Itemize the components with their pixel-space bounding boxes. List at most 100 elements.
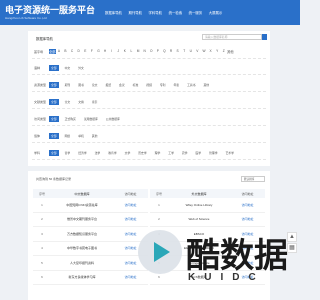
filter-chip[interactable]: 公共数据库 xyxy=(104,116,122,122)
database-name-link[interactable]: 新东方多媒体学习库 xyxy=(51,275,113,279)
search-button[interactable] xyxy=(262,34,267,40)
filter-chip[interactable]: 视频 xyxy=(144,82,154,88)
letter-filter-v[interactable]: V xyxy=(194,49,201,54)
letter-filter-其他[interactable]: 其他 xyxy=(227,49,234,54)
letter-filter-j[interactable]: J xyxy=(115,49,122,54)
database-name-link[interactable]: 万方数据知识服务平台 xyxy=(51,232,113,236)
filter-chip[interactable]: 文学 xyxy=(123,150,133,156)
letter-filter-b[interactable]: B xyxy=(62,49,69,54)
filter-chip[interactable]: 工学 xyxy=(166,150,176,156)
filter-chip[interactable]: 工具书 xyxy=(185,82,197,88)
nav-item-search[interactable]: 统一检索 xyxy=(169,10,183,15)
filter-chip[interactable]: 其他 xyxy=(202,82,212,88)
filter-chip[interactable]: 经济学 xyxy=(76,150,88,156)
filter-chip[interactable]: 全部 xyxy=(49,132,59,139)
filter-chip[interactable]: 标准 xyxy=(131,82,141,88)
table-header: 序号 外文数据库 访问地址 xyxy=(150,189,265,198)
filter-chip[interactable]: 全部 xyxy=(49,98,59,105)
qrcode-icon[interactable]: ▦ xyxy=(287,243,297,253)
visit-link[interactable]: 访问地址 xyxy=(230,217,265,221)
filter-chip[interactable]: 专利 xyxy=(158,82,168,88)
filter-chip[interactable]: 全部 xyxy=(49,149,59,156)
visit-link[interactable]: 访问地址 xyxy=(113,217,148,221)
filter-chip[interactable]: 全部 xyxy=(49,115,59,122)
nav-item-subjects[interactable]: 学科导航 xyxy=(149,10,163,15)
letter-filter-q[interactable]: Q xyxy=(161,49,168,54)
table-header: 序号 中文数据库 访问地址 xyxy=(33,189,148,198)
filter-chip[interactable]: 哲学 xyxy=(63,150,73,156)
filter-chip[interactable]: 理学 xyxy=(153,150,163,156)
nav-item-databases[interactable]: 数据库导航 xyxy=(105,10,122,15)
letter-filter-k[interactable]: K xyxy=(122,49,129,54)
nav-item-journals[interactable]: 期刊导航 xyxy=(128,10,142,15)
col-no: 序号 xyxy=(155,191,162,196)
filter-chip[interactable]: 教育学 xyxy=(106,150,118,156)
filter-chip[interactable]: 会议 xyxy=(117,82,127,88)
filter-chip[interactable]: 历史学 xyxy=(136,150,148,156)
database-search-input[interactable]: 请输入数据库名称 xyxy=(202,34,262,40)
filter-chip[interactable]: 图书 xyxy=(76,82,86,88)
letter-filter-g[interactable]: G xyxy=(95,49,102,54)
letter-filter-o[interactable]: O xyxy=(148,49,155,54)
table-row: 6 新东方多媒体学习库 访问地址 xyxy=(33,271,148,285)
filter-chip[interactable]: 医学 xyxy=(193,150,203,156)
letter-filter-s[interactable]: S xyxy=(174,49,181,54)
nav-item-screen[interactable]: 大屏展示 xyxy=(209,10,223,15)
letter-filter-p[interactable]: P xyxy=(155,49,162,54)
letter-filter-w[interactable]: W xyxy=(201,49,208,54)
filter-chip[interactable]: 论文 xyxy=(90,82,100,88)
letter-filter-h[interactable]: H xyxy=(102,49,109,54)
filter-chip[interactable]: 全部 xyxy=(49,64,59,71)
letter-filter-d[interactable]: D xyxy=(75,49,82,54)
database-name-link[interactable]: 维普中文期刊服务平台 xyxy=(51,217,113,221)
filter-chip[interactable]: 正式购买 xyxy=(63,116,78,122)
filter-chip[interactable]: 索引 xyxy=(90,99,100,105)
letter-filter-a[interactable]: A xyxy=(56,49,63,54)
filter-chip[interactable]: 期刊 xyxy=(63,82,73,88)
logo-title[interactable]: 电子资源统一服务平台 xyxy=(5,3,95,16)
filter-chip[interactable]: 外文 xyxy=(76,65,86,71)
filter-row: 学科 全部 哲学 经济学 法学 教育学 文学 历史学 理学 工学 农学 医学 管理学 艺术学 xyxy=(32,146,266,160)
filter-chip[interactable]: 单机 xyxy=(76,133,86,139)
letter-filter-y[interactable]: Y xyxy=(214,49,221,54)
filter-chip[interactable]: 报纸 xyxy=(103,82,113,88)
database-name-link[interactable]: 中华数字书苑电子图书 xyxy=(51,246,113,250)
letter-filter-u[interactable]: U xyxy=(187,49,194,54)
visit-link[interactable]: 访问地址 xyxy=(113,203,148,207)
database-name-link[interactable]: 中国知网CNKI资源总库 xyxy=(51,203,113,207)
letter-filter-all[interactable]: 全部 xyxy=(49,49,56,54)
filter-chip[interactable]: 中文 xyxy=(63,65,73,71)
letter-filter-x[interactable]: X xyxy=(207,49,214,54)
letter-filter-e[interactable]: E xyxy=(82,49,89,54)
filter-chip[interactable]: 其他 xyxy=(90,133,100,139)
filter-chip[interactable]: 法学 xyxy=(93,150,103,156)
database-name-link[interactable]: Wiley Online Library xyxy=(168,203,230,207)
letter-filter-i[interactable]: I xyxy=(108,49,115,54)
letter-filter-r[interactable]: R xyxy=(168,49,175,54)
filter-chip[interactable]: 年鉴 xyxy=(171,82,181,88)
logo-subtitle: Hangzhou Lib Software Co.,Ltd xyxy=(5,16,47,20)
filter-chip[interactable]: 文摘 xyxy=(76,99,86,105)
filter-chip[interactable]: 试用数据库 xyxy=(82,116,100,122)
letter-filter-c[interactable]: C xyxy=(69,49,76,54)
filter-chip[interactable]: 全部 xyxy=(49,81,59,88)
letter-filter-z[interactable]: Z xyxy=(220,49,227,54)
filter-chip[interactable]: 农学 xyxy=(180,150,190,156)
back-to-top-icon[interactable]: ▲ xyxy=(287,232,297,242)
letter-filter-n[interactable]: N xyxy=(141,49,148,54)
filter-chip[interactable]: 艺术学 xyxy=(224,150,236,156)
database-name-link[interactable]: Web of Science xyxy=(168,217,230,221)
row-number: 1 xyxy=(41,202,43,207)
sort-select[interactable]: 默认排序 xyxy=(241,176,265,182)
letter-filter-t[interactable]: T xyxy=(181,49,188,54)
filter-chip[interactable]: 全文 xyxy=(63,99,73,105)
visit-link[interactable]: 访问地址 xyxy=(230,203,265,207)
database-name-link[interactable]: 人大复印报刊资料 xyxy=(51,261,113,265)
filter-chip[interactable]: 网络 xyxy=(63,133,73,139)
letter-filter-m[interactable]: M xyxy=(135,49,142,54)
letter-filter-l[interactable]: L xyxy=(128,49,135,54)
col-link: 访问地址 xyxy=(241,191,254,196)
nav-item-service[interactable]: 统一服务 xyxy=(189,10,203,15)
filter-chip[interactable]: 管理学 xyxy=(207,150,219,156)
letter-filter-f[interactable]: F xyxy=(89,49,96,54)
